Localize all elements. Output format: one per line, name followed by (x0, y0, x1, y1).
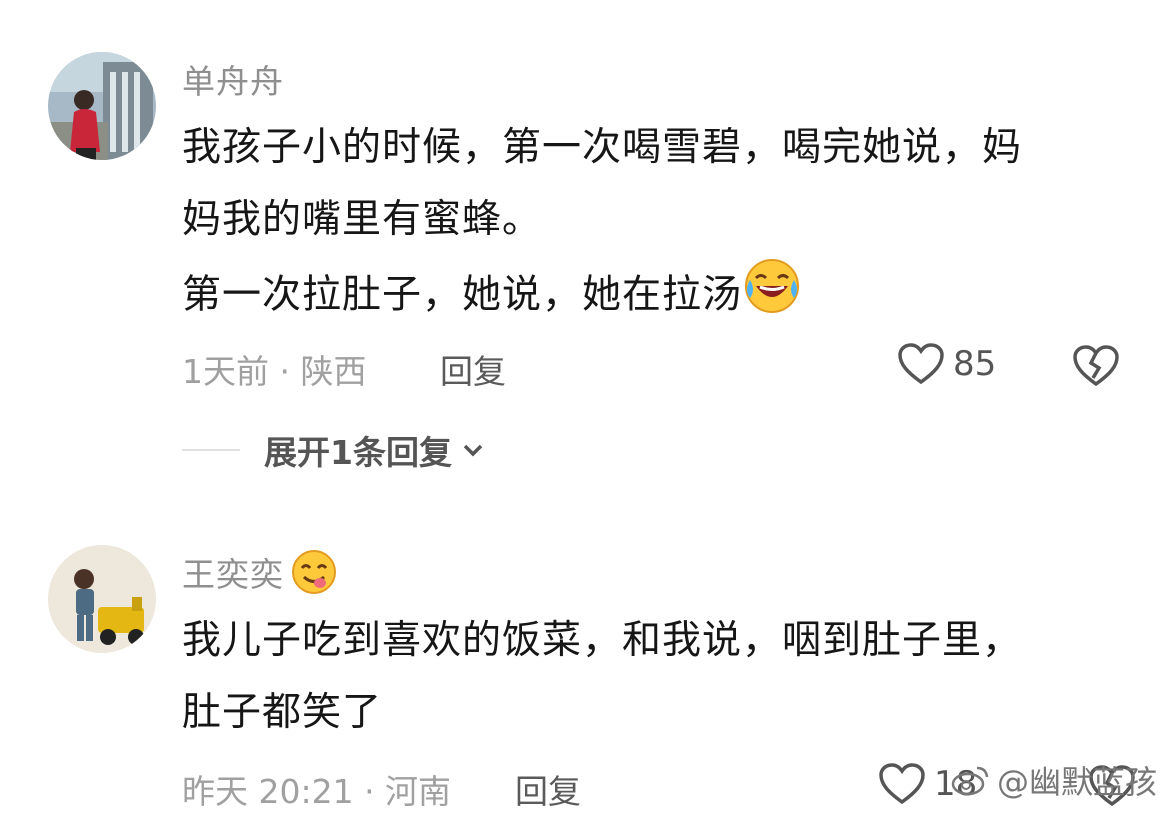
username[interactable]: 王奕奕 (182, 548, 338, 596)
comment-line: 肚子都笑了 (182, 690, 383, 735)
comment-meta: 昨天 20:21 · 河南 (182, 772, 452, 811)
comment-line: 我儿子吃到喜欢的饭菜，和我说，咽到肚子里， (182, 618, 1023, 663)
weibo-watermark: @幽默蓝孩 (951, 757, 1157, 803)
avatar[interactable] (48, 545, 156, 653)
username-text: 王奕奕 (182, 555, 284, 594)
comment-text: 我儿子吃到喜欢的饭菜，和我说，咽到肚子里， 肚子都笑了 (182, 605, 1122, 749)
yum-face-emoji (292, 550, 336, 594)
watermark-text: @幽默蓝孩 (996, 763, 1157, 801)
comment-2: 王奕奕 我儿子吃到喜欢的饭菜，和我说，咽到肚子里， 肚子都笑了 昨天 20:21… (0, 0, 1169, 815)
reply-button[interactable]: 回复 (515, 765, 581, 813)
heart-icon (879, 763, 925, 805)
weibo-logo-icon (951, 766, 989, 796)
